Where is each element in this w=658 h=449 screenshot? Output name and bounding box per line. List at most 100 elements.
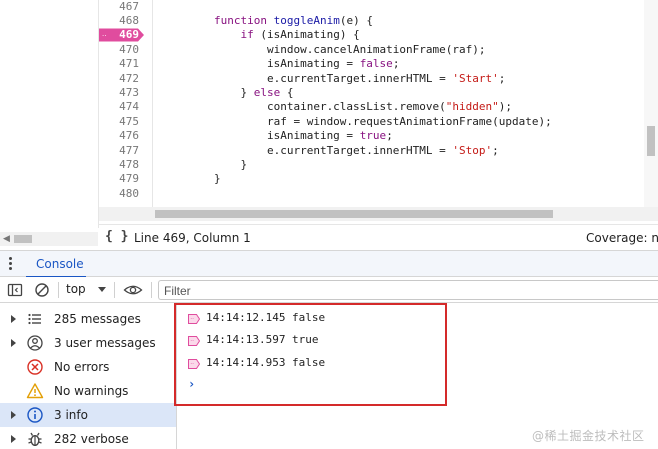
editor-vertical-scroll-thumb[interactable]	[647, 126, 655, 156]
toolbar-separator	[114, 282, 115, 298]
code-text: }	[161, 157, 248, 171]
more-tools-icon[interactable]	[7, 256, 13, 272]
line-number[interactable]: 476	[99, 129, 139, 143]
code-line[interactable]: 475 raf = window.requestAnimationFrame(u…	[99, 115, 644, 129]
tab-console-label: Console	[36, 257, 84, 271]
console-message-time: 14:14:12.145	[206, 311, 286, 324]
sidebar-item-label: 3 user messages	[54, 336, 156, 350]
list-icon	[26, 310, 44, 328]
sidebar-item-user-messages[interactable]: 3 user messages	[0, 331, 176, 355]
code-text: }	[161, 172, 221, 186]
expand-arrow-icon[interactable]	[11, 411, 16, 419]
code-text: raf = window.requestAnimationFrame(updat…	[161, 114, 552, 128]
filter-box[interactable]	[158, 280, 658, 300]
code-line[interactable]: 472 e.currentTarget.innerHTML = 'Start';	[99, 72, 644, 86]
line-number[interactable]: 473	[99, 86, 139, 100]
live-expression-eye-icon[interactable]	[123, 281, 143, 299]
code-text: isAnimating = false;	[161, 57, 400, 71]
line-number[interactable]: 477	[99, 144, 139, 158]
editor-horizontal-scrollbar[interactable]	[99, 207, 658, 221]
code-line[interactable]: 479 }	[99, 172, 644, 186]
bug-icon	[26, 430, 44, 448]
navigator-pane	[0, 0, 98, 228]
console-message-time: 14:14:14.953	[206, 356, 286, 369]
console-message-row[interactable]: ·· 14:14:13.597 true	[178, 329, 658, 351]
filter-input[interactable]	[164, 283, 644, 298]
console-toolbar: top	[0, 277, 658, 303]
watermark: @稀土掘金技术社区	[532, 429, 645, 443]
svg-text:··: ··	[190, 338, 194, 345]
coverage-status: Coverage: n/a	[586, 231, 658, 245]
log-point-icon: ··	[188, 358, 201, 369]
log-point-icon: ··	[188, 335, 201, 346]
code-text: window.cancelAnimationFrame(raf);	[161, 42, 486, 56]
line-number[interactable]: 480	[99, 187, 139, 201]
cursor-position[interactable]: Line 469, Column 1	[134, 231, 251, 245]
navigator-scroll-thumb[interactable]	[14, 235, 32, 243]
error-circle-icon	[26, 358, 44, 376]
line-number[interactable]: 475	[99, 115, 139, 129]
code-text: if (isAnimating) {	[240, 28, 360, 42]
pretty-print-icon[interactable]: { }	[105, 229, 128, 244]
code-line[interactable]: 476 isAnimating = true;	[99, 129, 644, 143]
sidebar-item-verbose[interactable]: 282 verbose	[0, 427, 176, 449]
console-message-value: false	[292, 356, 326, 369]
sidebar-item-label: 282 verbose	[54, 432, 129, 446]
clear-console-icon[interactable]	[33, 281, 51, 299]
expand-arrow-icon[interactable]	[11, 435, 16, 443]
code-line[interactable]: 473 } else {	[99, 86, 644, 100]
user-circle-icon	[26, 334, 44, 352]
code-text: e.currentTarget.innerHTML = 'Stop';	[161, 143, 499, 157]
code-line[interactable]: 468 function toggleAnim(e) {	[99, 14, 644, 28]
console-prompt[interactable]: ›	[188, 377, 195, 391]
line-number[interactable]: 470	[99, 43, 139, 57]
sidebar-item-warnings[interactable]: No warnings	[0, 379, 176, 403]
toggle-sidebar-icon[interactable]	[6, 281, 24, 299]
scroll-left-arrow-icon[interactable]: ◀	[3, 232, 10, 246]
line-number[interactable]: 471	[99, 57, 139, 71]
console-message-row[interactable]: ·· 14:14:14.953 false	[178, 352, 658, 374]
sidebar-item-errors[interactable]: No errors	[0, 355, 176, 379]
code-text: isAnimating = true;	[161, 129, 393, 143]
code-line[interactable]: 474 container.classList.remove("hidden")…	[99, 100, 644, 114]
warning-triangle-icon	[26, 382, 44, 400]
editor-vertical-scrollbar[interactable]	[644, 0, 658, 207]
console-message-row[interactable]: ·· 14:14:12.145 false	[178, 307, 658, 329]
code-text: container.classList.remove("hidden");	[161, 100, 513, 114]
line-number[interactable]: 474	[99, 100, 139, 114]
code-line[interactable]: 471 isAnimating = false;	[99, 57, 644, 71]
tab-console[interactable]: Console	[26, 251, 86, 278]
expand-arrow-icon[interactable]	[11, 315, 16, 323]
line-number[interactable]: 468	[99, 14, 139, 28]
code-line[interactable]: 477 e.currentTarget.innerHTML = 'Stop';	[99, 144, 644, 158]
sidebar-item-info[interactable]: 3 info	[0, 403, 176, 427]
line-number[interactable]: 467	[99, 0, 139, 14]
console-message-value: false	[292, 311, 326, 324]
code-line[interactable]: 467	[99, 0, 644, 14]
console-sidebar: 285 messages 3 user messages No errors N…	[0, 303, 177, 449]
line-number[interactable]: 479	[99, 172, 139, 186]
drawer-tab-bar: Console	[0, 250, 658, 278]
log-point-icon: ··	[188, 313, 201, 324]
code-line[interactable]: 480	[99, 187, 644, 201]
code-line[interactable]: ·· 469 if (isAnimating) {	[99, 28, 644, 42]
context-selector-value: top	[66, 282, 86, 296]
navigator-horizontal-scrollbar[interactable]: ◀	[0, 232, 98, 246]
console-message-time: 14:14:13.597	[206, 333, 286, 346]
code-text: } else {	[161, 85, 294, 99]
svg-text:··: ··	[190, 316, 194, 323]
line-number[interactable]: 469	[99, 28, 139, 42]
sidebar-item-label: 285 messages	[54, 312, 141, 326]
expand-arrow-icon[interactable]	[11, 339, 16, 347]
code-lines[interactable]: 467 468 function toggleAnim(e) {·· 469 if …	[99, 0, 644, 207]
line-number[interactable]: 472	[99, 72, 139, 86]
line-number[interactable]: 478	[99, 158, 139, 172]
toolbar-separator	[151, 282, 152, 298]
editor-horizontal-scroll-thumb[interactable]	[155, 210, 553, 218]
context-selector[interactable]: top	[66, 282, 106, 298]
code-text: function toggleAnim(e) {	[161, 13, 373, 27]
code-line[interactable]: 478 }	[99, 158, 644, 172]
sidebar-item-messages[interactable]: 285 messages	[0, 307, 176, 331]
code-line[interactable]: 470 window.cancelAnimationFrame(raf);	[99, 43, 644, 57]
sidebar-item-label: No warnings	[54, 384, 129, 398]
